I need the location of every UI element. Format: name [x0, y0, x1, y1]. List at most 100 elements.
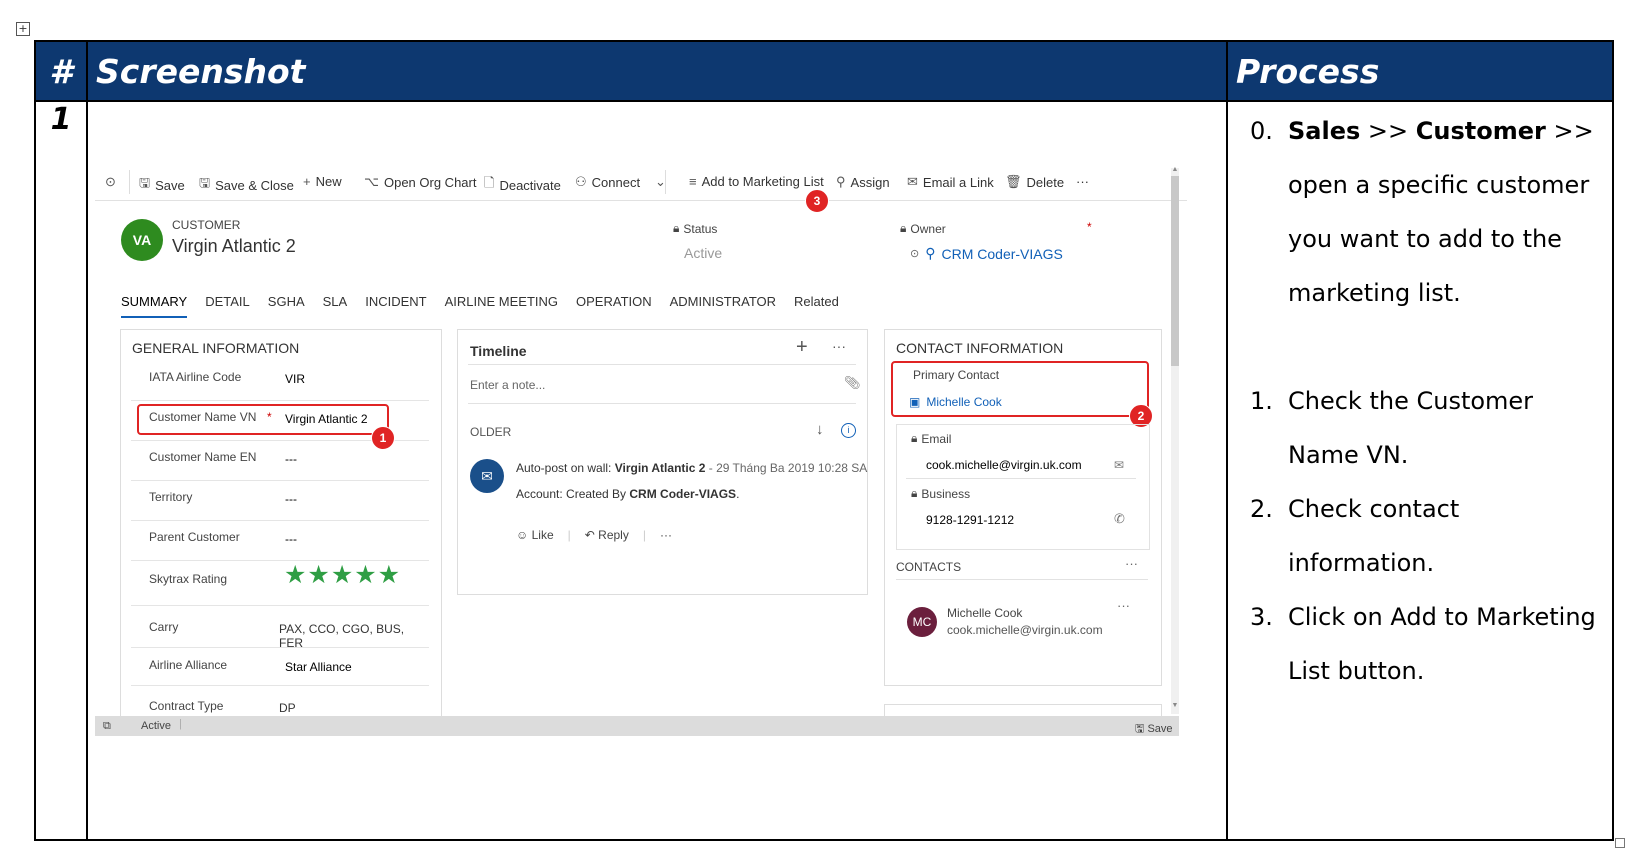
tab-airline-meeting[interactable]: AIRLINE MEETING	[445, 294, 558, 318]
field-carry: Carry PAX, CCO, CGO, BUS, FER	[131, 606, 429, 650]
chevron-down-icon[interactable]: ⌄	[655, 174, 666, 190]
more-icon[interactable]: ···	[832, 338, 846, 354]
crm-screenshot: ⊙ 🖫 Save 🖫 Save & Close + New ⌥ Open Org Cha…	[95, 164, 1187, 739]
assign-button[interactable]: ⚲ Assign	[836, 174, 890, 190]
email-value[interactable]: cook.michelle@virgin.uk.com	[926, 458, 1082, 472]
field-parent-customer: Parent Customer ---	[131, 521, 429, 561]
status-bar: ⧉ Active | 🖫 Save	[95, 716, 1179, 736]
table-move-handle-icon[interactable]: +	[16, 22, 30, 36]
owner-label: 🔒︎ Owner	[900, 221, 946, 236]
tab-administrator[interactable]: ADMINISTRATOR	[670, 294, 776, 318]
scroll-up-icon[interactable]: ▲	[1171, 166, 1179, 174]
business-label: 🔒︎ Business	[911, 486, 971, 501]
contacts-more-button[interactable]: ···	[1125, 556, 1138, 571]
tab-related[interactable]: Related	[794, 294, 839, 318]
divider	[896, 579, 1148, 580]
connect-icon: ⚇	[575, 174, 587, 189]
lock-icon: 🔒︎	[911, 486, 918, 500]
phone-icon[interactable]: ✆	[1114, 511, 1125, 527]
back-icon[interactable]: ⊙	[105, 174, 116, 190]
tab-sla[interactable]: SLA	[323, 294, 348, 318]
header-process: Process	[1226, 40, 1614, 102]
contact-avatar: MC	[907, 607, 937, 637]
older-label: OLDER	[470, 425, 512, 439]
delete-button[interactable]: 🗑 Delete	[1005, 174, 1064, 190]
email-icon: ✉	[907, 174, 918, 189]
tab-summary[interactable]: SUMMARY	[121, 294, 188, 318]
status-value: Active	[684, 245, 723, 261]
contact-email[interactable]: cook.michelle@virgin.uk.com	[947, 623, 1103, 637]
annotation-badge-3: 3	[805, 189, 829, 213]
tab-incident[interactable]: INCIDENT	[365, 294, 426, 318]
email-a-link-button[interactable]: ✉ Email a Link	[907, 174, 994, 190]
divider: |	[642, 528, 646, 542]
note-input[interactable]: Enter a note...	[470, 378, 545, 392]
more-commands-button[interactable]: ···	[1076, 174, 1089, 189]
owner-link[interactable]: ⊙ ⚲ CRM Coder-VIAGS	[910, 245, 1063, 262]
post-body: Account: Created By CRM Coder-VIAGS.	[516, 487, 740, 501]
plus-icon: +	[303, 174, 311, 189]
divider	[129, 170, 130, 194]
post-title: Auto-post on wall: Virgin Atlantic 2 - 2…	[516, 461, 868, 475]
business-phone-value[interactable]: 9128-1291-1212	[926, 513, 1014, 527]
table-resize-handle-icon[interactable]	[1615, 838, 1625, 848]
field-airline-alliance: Airline Alliance Star Alliance	[131, 648, 429, 686]
save-button[interactable]: 🖫 Save	[139, 174, 185, 196]
divider: |	[179, 718, 182, 730]
add-icon[interactable]: +	[796, 336, 808, 359]
info-icon[interactable]: i	[841, 423, 856, 438]
tab-sgha[interactable]: SGHA	[268, 294, 305, 318]
divider	[468, 364, 856, 365]
connect-button[interactable]: ⚇ Connect	[575, 174, 640, 190]
open-org-chart-button[interactable]: ⌥ Open Org Chart	[364, 174, 476, 190]
entity-type: CUSTOMER	[172, 218, 241, 232]
scrollbar-thumb[interactable]	[1171, 176, 1179, 366]
open-window-icon[interactable]: ⧉	[103, 720, 111, 733]
attachment-icon[interactable]: 📎︎	[844, 375, 861, 391]
header-screenshot: Screenshot	[86, 40, 1228, 102]
deactivate-icon: 🗋	[484, 175, 495, 190]
field-territory: Territory ---	[131, 481, 429, 521]
tab-detail[interactable]: DETAIL	[205, 294, 250, 318]
org-chart-icon: ⌥	[364, 174, 379, 189]
contacts-title: CONTACTS	[896, 560, 962, 574]
email-label: 🔒︎ Email	[911, 431, 952, 446]
contact-name[interactable]: Michelle Cook	[947, 606, 1022, 620]
user-icon: ⚲	[925, 245, 936, 261]
general-information-panel: GENERAL INFORMATION IATA Airline Code VI…	[120, 329, 442, 721]
lock-icon: 🔒︎	[900, 221, 907, 235]
save-close-button[interactable]: 🖫 Save & Close	[199, 174, 294, 196]
record-status: Active	[141, 720, 171, 732]
tab-operation[interactable]: OPERATION	[576, 294, 652, 318]
reply-button[interactable]: ↶ Reply	[585, 528, 629, 542]
post-actions: ☺ Like | ↶ Reply | ···	[516, 528, 672, 542]
divider: |	[567, 528, 571, 542]
section-title: GENERAL INFORMATION	[132, 340, 300, 356]
send-email-icon[interactable]: ✉	[1114, 458, 1124, 472]
field-iata-code: IATA Airline Code VIR	[131, 361, 429, 401]
like-button[interactable]: ☺ Like	[516, 528, 554, 542]
document-table: # Screenshot Process 1 ⊙ 🖫 Save 🖫 Save & C…	[34, 40, 1614, 841]
process-cell: 0. Sales >> Customer >> open a specific …	[1226, 100, 1614, 841]
statusbar-save-button[interactable]: 🖫 Save	[1135, 720, 1173, 739]
assign-icon: ⚲	[836, 174, 846, 189]
contact-more-button[interactable]: ···	[1117, 598, 1130, 613]
clock-icon: ⊙	[910, 248, 920, 260]
command-bar: ⊙ 🖫 Save 🖫 Save & Close + New ⌥ Open Org Cha…	[95, 164, 1187, 201]
avatar: VA	[121, 219, 163, 261]
star-rating[interactable]: ★★★★★	[284, 560, 401, 590]
annotation-highlight-2	[891, 361, 1149, 417]
sort-down-icon[interactable]: ↓	[816, 421, 824, 438]
record-name: Virgin Atlantic 2	[172, 236, 296, 256]
scroll-down-icon[interactable]: ▼	[1171, 702, 1179, 710]
tab-bar: SUMMARY DETAIL SGHA SLA INCIDENT AIRLINE…	[121, 294, 857, 318]
divider	[468, 403, 856, 404]
new-button[interactable]: + New	[303, 174, 342, 189]
lock-icon: 🔒︎	[673, 221, 680, 235]
add-to-marketing-list-button[interactable]: ≡ Add to Marketing List	[689, 174, 824, 189]
deactivate-button[interactable]: 🗋 Deactivate	[484, 174, 561, 196]
marketing-list-icon: ≡	[689, 174, 697, 189]
post-more-button[interactable]: ···	[660, 528, 672, 542]
required-mark: *	[1087, 220, 1092, 234]
row-number: 1	[34, 100, 88, 841]
